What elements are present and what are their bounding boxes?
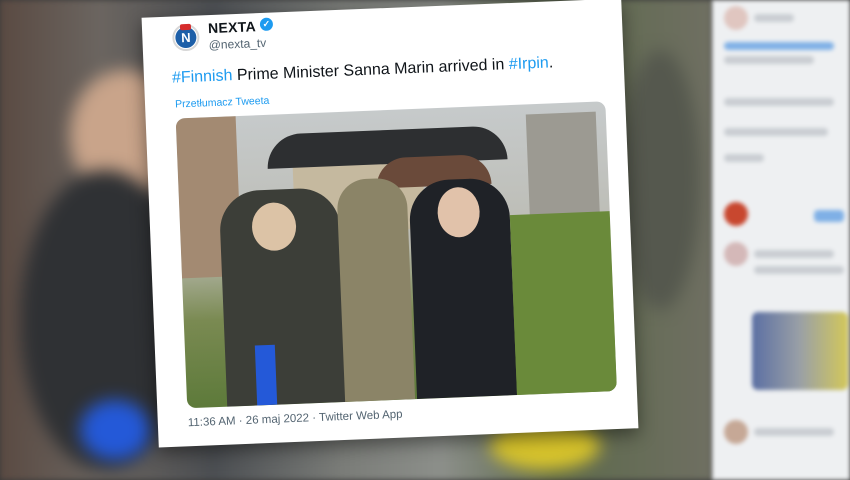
blurred-text-line bbox=[724, 98, 834, 106]
background-blur-shape bbox=[80, 400, 150, 460]
blurred-twitter-sidebar bbox=[712, 0, 850, 480]
tweet-text: #Finnish Prime Minister Sanna Marin arri… bbox=[172, 52, 612, 88]
photo-blue-umbrella bbox=[254, 344, 278, 406]
tweet-photo[interactable] bbox=[175, 101, 617, 409]
photo-building-right bbox=[525, 111, 601, 225]
blurred-avatar bbox=[724, 6, 748, 30]
meta-separator: · bbox=[235, 414, 247, 428]
blurred-text-line bbox=[724, 42, 834, 50]
photo-grass bbox=[509, 211, 617, 396]
blurred-text-line bbox=[724, 154, 764, 162]
hashtag-link[interactable]: #Irpin bbox=[508, 55, 549, 74]
tweet-metadata: 11:36 AM · 26 maj 2022 · Twitter Web App bbox=[188, 409, 403, 430]
blurred-button bbox=[814, 210, 844, 222]
tweet-text-segment: Prime Minister Sanna Marin arrived in bbox=[232, 56, 510, 85]
blurred-thumbnail bbox=[752, 312, 848, 390]
blurred-text-line bbox=[754, 428, 834, 436]
blurred-avatar bbox=[724, 242, 748, 266]
tweet-time[interactable]: 11:36 AM bbox=[188, 415, 236, 429]
tweet-client[interactable]: Twitter Web App bbox=[319, 409, 403, 424]
tweet-card: N NEXTA ✓ @nexta_tv #Finnish Prime Minis… bbox=[141, 0, 639, 448]
blurred-avatar bbox=[724, 420, 748, 444]
blurred-text-line bbox=[754, 250, 834, 258]
blurred-avatar bbox=[724, 202, 748, 226]
author-name[interactable]: NEXTA bbox=[208, 18, 257, 36]
author-handle[interactable]: @nexta_tv bbox=[208, 36, 266, 52]
tweet-date[interactable]: 26 maj 2022 bbox=[246, 412, 310, 427]
blurred-text-line bbox=[724, 56, 814, 64]
avatar-letter: N bbox=[180, 29, 191, 46]
blurred-text-line bbox=[754, 14, 794, 22]
photo-soldier bbox=[336, 177, 416, 402]
author-avatar[interactable]: N bbox=[171, 23, 200, 52]
tweet-text-segment: . bbox=[548, 54, 554, 72]
nexta-logo-icon: N bbox=[174, 26, 197, 49]
blurred-text-line bbox=[724, 128, 828, 136]
hashtag-link[interactable]: #Finnish bbox=[172, 67, 233, 86]
blurred-text-line bbox=[754, 266, 844, 274]
translate-tweet-link[interactable]: Przetłumacz Tweeta bbox=[175, 95, 270, 111]
verified-badge-icon: ✓ bbox=[259, 17, 274, 32]
